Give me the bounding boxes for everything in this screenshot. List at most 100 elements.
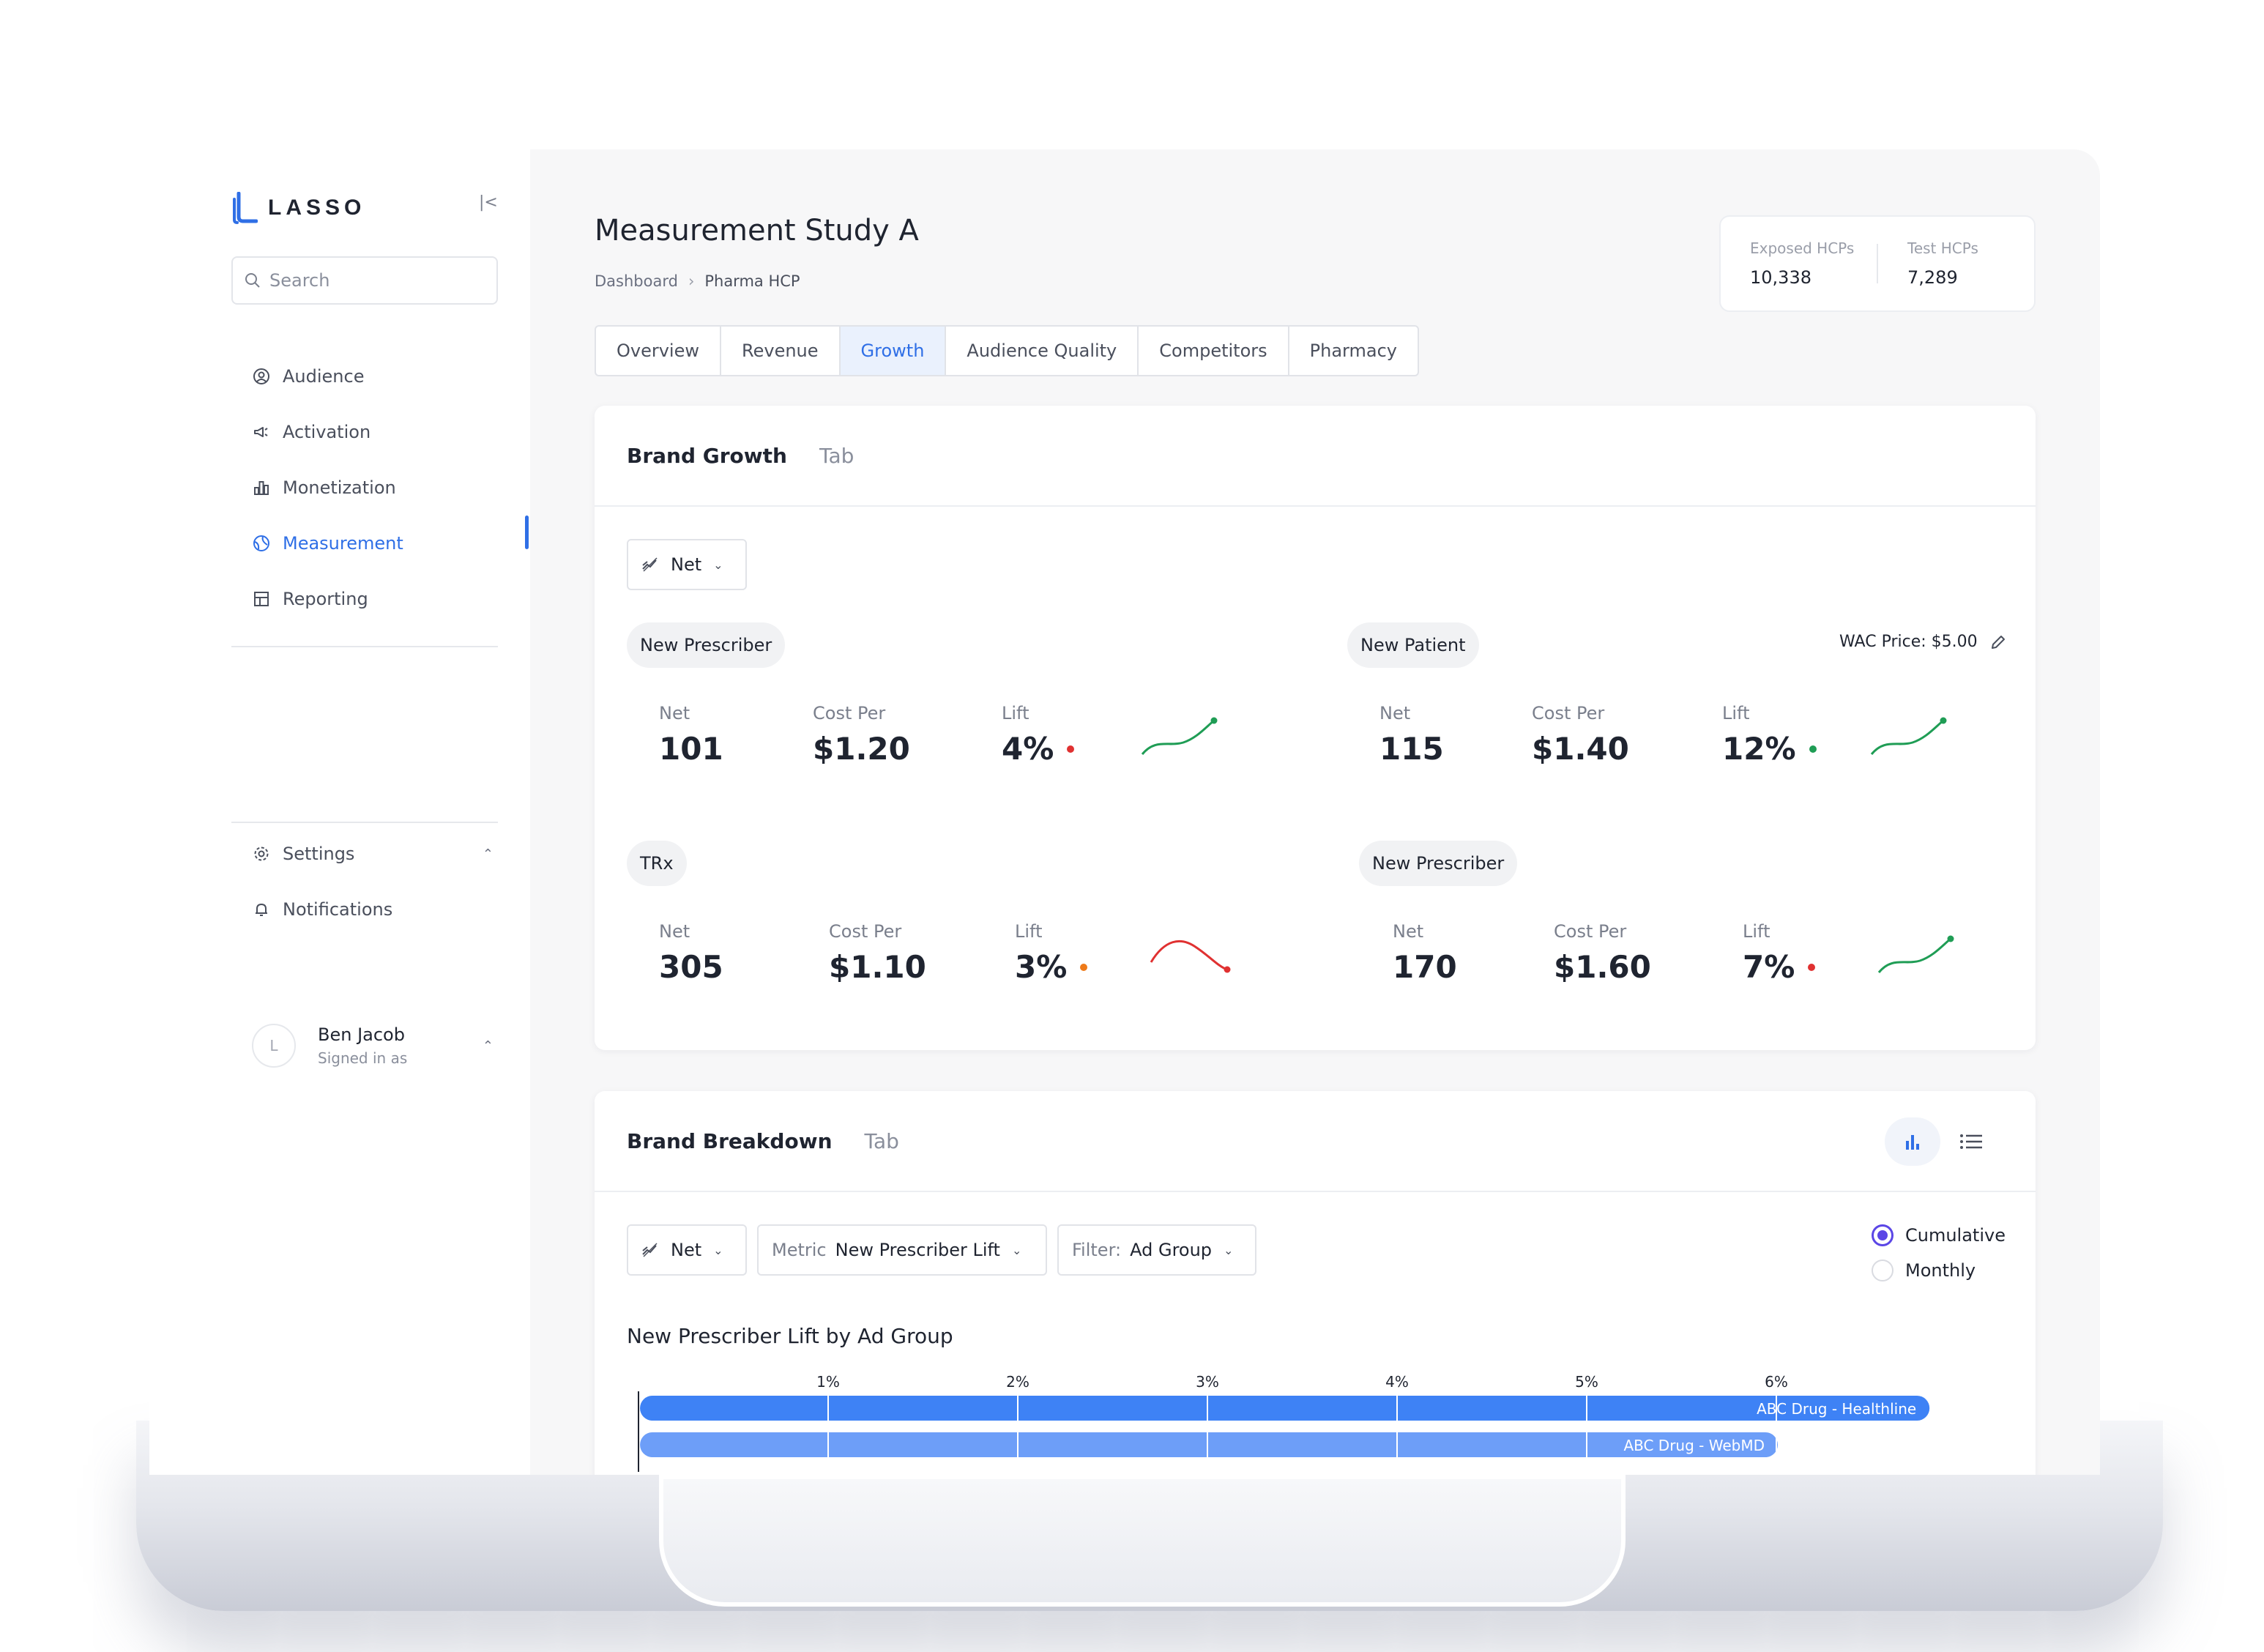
sidebar-item-settings[interactable]: Settings ⌃ [252,826,501,882]
metric-pill[interactable]: TRx [627,841,687,886]
metric-pill[interactable]: New Patient [1347,622,1479,668]
sidebar-item-notifications[interactable]: Notifications [252,882,501,937]
card-tab[interactable]: Tab [865,1129,899,1153]
metric-label: Net [1393,921,1424,942]
breadcrumb-item[interactable]: Dashboard [595,272,678,290]
metric-lift: Lift 3% [1015,921,1088,985]
search-box[interactable] [231,256,498,305]
metric-value: 3% [1015,949,1088,985]
metric-value: $1.20 [813,731,910,767]
wac-price[interactable]: WAC Price: $5.00 [1839,633,2007,651]
chevron-down-icon: ⌄ [713,1243,723,1257]
trend-icon [642,1243,658,1257]
net-select[interactable]: Net ⌄ [627,539,747,590]
radio-monthly[interactable]: Monthly [1872,1260,1976,1281]
metric-net: Net 115 [1379,703,1444,767]
radio-cumulative[interactable]: Cumulative [1872,1224,2006,1246]
chevron-down-icon: ⌄ [713,557,723,572]
bar-chart-icon [252,478,271,497]
sidebar-item-label: Notifications [283,899,393,920]
metric-label: Lift [1743,921,1770,942]
laptop-notch [659,1475,1626,1607]
card-title[interactable]: Brand Breakdown [627,1129,833,1153]
card-header: Brand Breakdown Tab [595,1091,2036,1192]
wac-label: WAC Price: $5.00 [1839,633,1978,651]
card-tab[interactable]: Tab [819,444,854,468]
sidebar-item-label: Activation [283,422,371,442]
tab-competitors[interactable]: Competitors [1139,327,1289,375]
sidebar-item-audience[interactable]: Audience [252,349,501,404]
tab-growth[interactable]: Growth [840,327,947,375]
metric-select[interactable]: Metric New Prescriber Lift ⌄ [757,1224,1047,1276]
sidebar-divider [231,646,498,647]
card-title[interactable]: Brand Growth [627,444,787,468]
tab-bar: Overview Revenue Growth Audience Quality… [595,325,1419,376]
net-select[interactable]: Net ⌄ [627,1224,747,1276]
metric-cost: Cost Per $1.60 [1554,921,1651,985]
logo[interactable]: LASSO [231,191,365,224]
list-view-button[interactable] [1943,1117,1999,1166]
metric-label: Cost Per [829,921,902,942]
filter-select[interactable]: Filter: Ad Group ⌄ [1057,1224,1256,1276]
sidebar-item-monetization[interactable]: Monetization [252,460,501,516]
status-dot [1080,963,1088,971]
bar-view-button[interactable] [1885,1117,1940,1166]
sidebar-item-activation[interactable]: Activation [252,404,501,460]
stat-label: Exposed HCPs [1750,239,1855,257]
user-subtitle: Signed in as [318,1049,408,1067]
sidebar-nav: Audience Activation Monetization Measure… [252,349,501,627]
chevron-up-icon[interactable]: ⌃ [483,847,494,862]
bar-label: ABC Drug - Healthline [1757,1400,1916,1418]
metric-pill[interactable]: New Prescriber [627,622,786,668]
gear-icon [252,844,271,863]
x-tick-label: 1% [816,1374,840,1391]
sparkline-up [1877,935,1954,973]
sidebar-item-label: Reporting [283,589,368,609]
status-dot [1808,963,1816,971]
x-tick-label: 3% [1196,1374,1219,1391]
user-menu[interactable]: L Ben Jacob Signed in as ⌃ [252,1009,501,1082]
metric-label: Net [659,921,690,942]
tab-overview[interactable]: Overview [596,327,721,375]
status-dot [1067,745,1075,753]
megaphone-icon [252,423,271,442]
metric-value: 4% [1002,731,1075,767]
sidebar-item-label: Audience [283,366,365,387]
breadcrumb: Dashboard › Pharma HCP [595,272,800,290]
sidebar-item-label: Monetization [283,477,396,498]
sidebar: LASSO |< Audience Activation [149,149,530,1475]
globe-icon [252,534,271,553]
chevron-right-icon: › [688,272,695,290]
user-name: Ben Jacob [318,1024,405,1045]
sidebar-item-label: Measurement [283,533,403,554]
lift-value: 3% [1015,949,1068,985]
metric-value: $1.10 [829,949,926,985]
metric-value: $1.60 [1554,949,1651,985]
sidebar-divider [231,822,498,823]
bar-chart: ABC Drug - Healthline ABC Drug - WebMD 1% 2… [638,1374,1930,1472]
search-input[interactable] [268,269,488,291]
metric-pill[interactable]: New Prescriber [1359,841,1518,886]
metric-net: Net 170 [1393,921,1457,985]
sparkline-down [1150,940,1231,973]
select-value: Ad Group [1130,1240,1213,1260]
tab-audience-quality[interactable]: Audience Quality [946,327,1139,375]
lift-value: 7% [1743,949,1795,985]
bar[interactable] [640,1396,1930,1421]
sidebar-item-measurement[interactable]: Measurement [252,516,501,571]
pencil-icon[interactable] [1989,633,2007,651]
select-value: Net [671,1240,702,1260]
lift-value: 4% [1002,731,1054,767]
metric-value: 101 [659,731,723,767]
metric-label: Cost Per [1532,703,1605,723]
collapse-sidebar-icon[interactable]: |< [479,193,498,212]
radio-button[interactable] [1872,1224,1894,1246]
metric-label: Lift [1002,703,1029,723]
chevron-up-icon[interactable]: ⌃ [483,1038,494,1054]
sidebar-item-label: Settings [283,844,355,864]
sidebar-item-reporting[interactable]: Reporting [252,571,501,627]
tab-pharmacy[interactable]: Pharmacy [1289,327,1418,375]
bar[interactable] [640,1432,1778,1457]
tab-revenue[interactable]: Revenue [721,327,841,375]
radio-button[interactable] [1872,1260,1894,1281]
